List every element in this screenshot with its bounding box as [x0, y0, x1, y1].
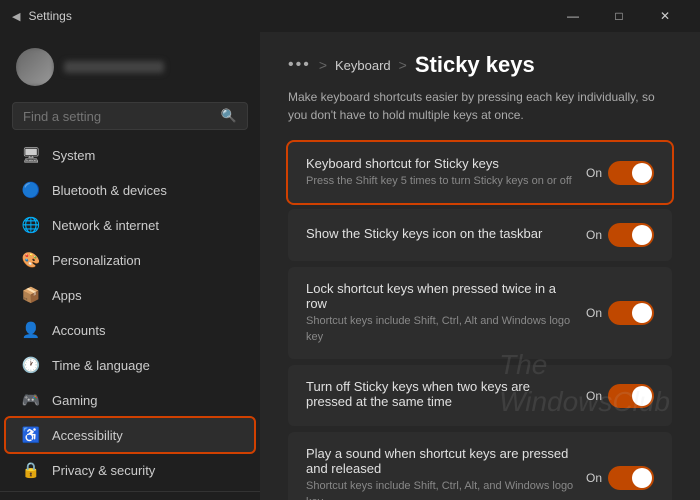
setting-desc-sound: Shortcut keys include Shift, Ctrl, Alt, … — [306, 479, 574, 500]
page-description: Make keyboard shortcuts easier by pressi… — [288, 88, 672, 124]
toggle-label-shortcut: On — [586, 166, 602, 180]
toggle-wrap-turnoff: On — [586, 384, 654, 408]
toggle-label-lock: On — [586, 306, 602, 320]
toggle-wrap-icon: On — [586, 223, 654, 247]
personalization-icon: 🎨 — [22, 251, 40, 269]
sidebar-item-accounts[interactable]: 👤 Accounts — [6, 313, 254, 347]
sidebar-label-personalization: Personalization — [52, 253, 141, 268]
titlebar-left: ◀ Settings — [12, 9, 72, 23]
breadcrumb-dots: ••• — [288, 56, 311, 74]
setting-title-lock: Lock shortcut keys when pressed twice in… — [306, 281, 574, 311]
sidebar-profile — [0, 40, 260, 98]
minimize-button[interactable]: — — [550, 0, 596, 32]
sidebar-item-time[interactable]: 🕐 Time & language — [6, 348, 254, 382]
window-controls: — □ ✕ — [550, 0, 688, 32]
content-area: ••• > Keyboard > Sticky keys Make keyboa… — [260, 32, 700, 500]
setting-desc-shortcut: Press the Shift key 5 times to turn Stic… — [306, 174, 574, 189]
sidebar-label-time: Time & language — [52, 358, 150, 373]
breadcrumb-sep2: > — [399, 57, 407, 73]
accounts-icon: 👤 — [22, 321, 40, 339]
network-icon: 🌐 — [22, 216, 40, 234]
setting-info-sound: Play a sound when shortcut keys are pres… — [306, 446, 574, 500]
setting-card-sound: Play a sound when shortcut keys are pres… — [288, 432, 672, 500]
sidebar-item-system[interactable]: 🖥 System — [6, 138, 254, 172]
setting-title-sound: Play a sound when shortcut keys are pres… — [306, 446, 574, 476]
sidebar-label-gaming: Gaming — [52, 393, 98, 408]
close-button[interactable]: ✕ — [642, 0, 688, 32]
setting-card-lock: Lock shortcut keys when pressed twice in… — [288, 267, 672, 359]
sidebar-bottom: ⬇ Windows Update — [0, 491, 260, 500]
setting-card-turnoff: Turn off Sticky keys when two keys are p… — [288, 365, 672, 426]
breadcrumb: ••• > Keyboard > Sticky keys — [288, 52, 672, 78]
settings-list: Keyboard shortcut for Sticky keys Press … — [288, 142, 672, 500]
sidebar-label-accessibility: Accessibility — [52, 428, 123, 443]
breadcrumb-sep1: > — [319, 57, 327, 73]
search-input[interactable] — [23, 109, 213, 124]
breadcrumb-current: Sticky keys — [415, 52, 535, 78]
toggle-wrap-shortcut: On — [586, 161, 654, 185]
avatar — [16, 48, 54, 86]
setting-card-shortcut: Keyboard shortcut for Sticky keys Press … — [288, 142, 672, 203]
sidebar-item-accessibility[interactable]: ♿ Accessibility — [6, 418, 254, 452]
app-body: 🔍 🖥 System 🔵 Bluetooth & devices 🌐 Netwo… — [0, 32, 700, 500]
gaming-icon: 🎮 — [22, 391, 40, 409]
sidebar-item-gaming[interactable]: 🎮 Gaming — [6, 383, 254, 417]
setting-info-icon: Show the Sticky keys icon on the taskbar — [306, 226, 574, 244]
toggle-label-sound: On — [586, 471, 602, 485]
username-blur — [64, 61, 164, 73]
toggle-icon[interactable] — [608, 223, 654, 247]
search-icon: 🔍 — [221, 108, 237, 124]
setting-info-shortcut: Keyboard shortcut for Sticky keys Press … — [306, 156, 574, 189]
setting-title-shortcut: Keyboard shortcut for Sticky keys — [306, 156, 574, 171]
sidebar-label-network: Network & internet — [52, 218, 159, 233]
toggle-shortcut[interactable] — [608, 161, 654, 185]
privacy-icon: 🔒 — [22, 461, 40, 479]
sidebar-label-bluetooth: Bluetooth & devices — [52, 183, 167, 198]
maximize-button[interactable]: □ — [596, 0, 642, 32]
breadcrumb-keyboard-link[interactable]: Keyboard — [335, 58, 391, 73]
sidebar-item-network[interactable]: 🌐 Network & internet — [6, 208, 254, 242]
toggle-label-turnoff: On — [586, 389, 602, 403]
sidebar: 🔍 🖥 System 🔵 Bluetooth & devices 🌐 Netwo… — [0, 32, 260, 500]
sidebar-label-privacy: Privacy & security — [52, 463, 155, 478]
back-button[interactable]: ◀ — [12, 10, 20, 23]
sidebar-label-accounts: Accounts — [52, 323, 105, 338]
sidebar-label-apps: Apps — [52, 288, 82, 303]
titlebar: ◀ Settings — □ ✕ — [0, 0, 700, 32]
sidebar-item-personalization[interactable]: 🎨 Personalization — [6, 243, 254, 277]
sidebar-label-system: System — [52, 148, 95, 163]
bluetooth-icon: 🔵 — [22, 181, 40, 199]
setting-card-icon: Show the Sticky keys icon on the taskbar… — [288, 209, 672, 261]
apps-icon: 📦 — [22, 286, 40, 304]
app-title: Settings — [28, 9, 71, 23]
time-icon: 🕐 — [22, 356, 40, 374]
toggle-wrap-sound: On — [586, 466, 654, 490]
search-box[interactable]: 🔍 — [12, 102, 248, 130]
setting-title-icon: Show the Sticky keys icon on the taskbar — [306, 226, 574, 241]
sidebar-item-privacy[interactable]: 🔒 Privacy & security — [6, 453, 254, 487]
toggle-wrap-lock: On — [586, 301, 654, 325]
toggle-turnoff[interactable] — [608, 384, 654, 408]
accessibility-icon: ♿ — [22, 426, 40, 444]
sidebar-item-apps[interactable]: 📦 Apps — [6, 278, 254, 312]
toggle-sound[interactable] — [608, 466, 654, 490]
toggle-label-icon: On — [586, 228, 602, 242]
setting-info-turnoff: Turn off Sticky keys when two keys are p… — [306, 379, 574, 412]
toggle-lock[interactable] — [608, 301, 654, 325]
setting-info-lock: Lock shortcut keys when pressed twice in… — [306, 281, 574, 345]
nav-list: 🖥 System 🔵 Bluetooth & devices 🌐 Network… — [0, 138, 260, 487]
setting-title-turnoff: Turn off Sticky keys when two keys are p… — [306, 379, 574, 409]
setting-desc-lock: Shortcut keys include Shift, Ctrl, Alt a… — [306, 314, 574, 345]
titlebar-nav: ◀ — [12, 10, 20, 23]
sidebar-item-bluetooth[interactable]: 🔵 Bluetooth & devices — [6, 173, 254, 207]
system-icon: 🖥 — [22, 146, 40, 164]
